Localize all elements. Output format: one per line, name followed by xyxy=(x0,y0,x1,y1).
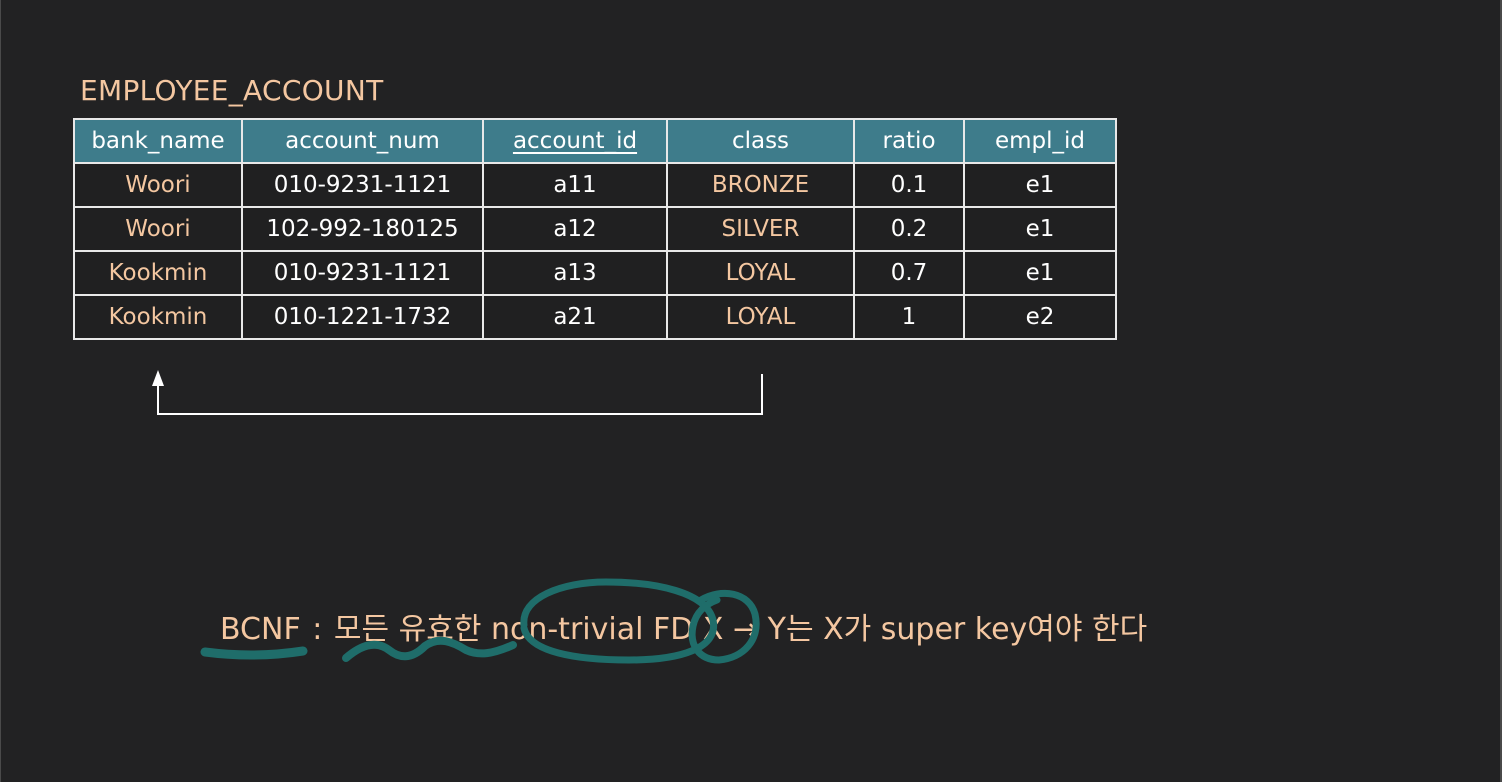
column-header-ratio: ratio xyxy=(853,118,965,164)
cell-empl-id: e2 xyxy=(963,294,1117,340)
employee-account-table: bank_name account_num account_id class r… xyxy=(73,118,1117,340)
column-header-class: class xyxy=(666,118,855,164)
cell-account-num: 102-992-180125 xyxy=(241,206,484,252)
cell-ratio: 0.2 xyxy=(853,206,965,252)
cell-bank-name: Woori xyxy=(73,162,243,208)
functional-dependency-arrow xyxy=(152,370,763,415)
cell-ratio: 0.1 xyxy=(853,162,965,208)
cell-empl-id: e1 xyxy=(963,162,1117,208)
column-header-account-num: account_num xyxy=(241,118,484,164)
table-header-row: bank_name account_num account_id class r… xyxy=(73,118,1117,164)
cell-account-num: 010-9231-1121 xyxy=(241,250,484,296)
table-title: EMPLOYEE_ACCOUNT xyxy=(80,74,384,107)
definition-separator: : xyxy=(312,612,323,647)
cell-class: SILVER xyxy=(666,206,855,252)
cell-bank-name: Woori xyxy=(73,206,243,252)
table-row: Kookmin 010-9231-1121 a13 LOYAL 0.7 e1 xyxy=(73,250,1117,296)
cell-account-id: a11 xyxy=(482,162,668,208)
underline-bcnf-stroke xyxy=(200,646,308,660)
cell-class: LOYAL xyxy=(666,294,855,340)
cell-ratio: 1 xyxy=(853,294,965,340)
dependency-arrow-path xyxy=(157,374,763,415)
cell-empl-id: e1 xyxy=(963,206,1117,252)
cell-account-id: a12 xyxy=(482,206,668,252)
cell-bank-name: Kookmin xyxy=(73,250,243,296)
cell-ratio: 0.7 xyxy=(853,250,965,296)
cell-account-num: 010-1221-1732 xyxy=(241,294,484,340)
cell-class: BRONZE xyxy=(666,162,855,208)
cell-empl-id: e1 xyxy=(963,250,1117,296)
column-header-bank-name: bank_name xyxy=(73,118,243,164)
arrow-head-icon xyxy=(152,370,164,386)
table-row: Kookmin 010-1221-1732 a21 LOYAL 1 e2 xyxy=(73,294,1117,340)
column-header-empl-id: empl_id xyxy=(963,118,1117,164)
table-row: Woori 102-992-180125 a12 SILVER 0.2 e1 xyxy=(73,206,1117,252)
cell-account-id: a13 xyxy=(482,250,668,296)
table-row: Woori 010-9231-1121 a11 BRONZE 0.1 e1 xyxy=(73,162,1117,208)
cell-account-id: a21 xyxy=(482,294,668,340)
column-header-account-id: account_id xyxy=(482,118,668,164)
slide-canvas: EMPLOYEE_ACCOUNT bank_name account_num a… xyxy=(0,0,1502,782)
cell-bank-name: Kookmin xyxy=(73,294,243,340)
bcnf-definition-text: 모든 유효한 non-trivial FD X → Y는 X가 super ke… xyxy=(333,612,1148,647)
bcnf-definition: BCNF : 모든 유효한 non-trivial FD X → Y는 X가 s… xyxy=(220,604,1147,648)
cell-class: LOYAL xyxy=(666,250,855,296)
cell-account-num: 010-9231-1121 xyxy=(241,162,484,208)
bcnf-term: BCNF xyxy=(220,612,301,647)
